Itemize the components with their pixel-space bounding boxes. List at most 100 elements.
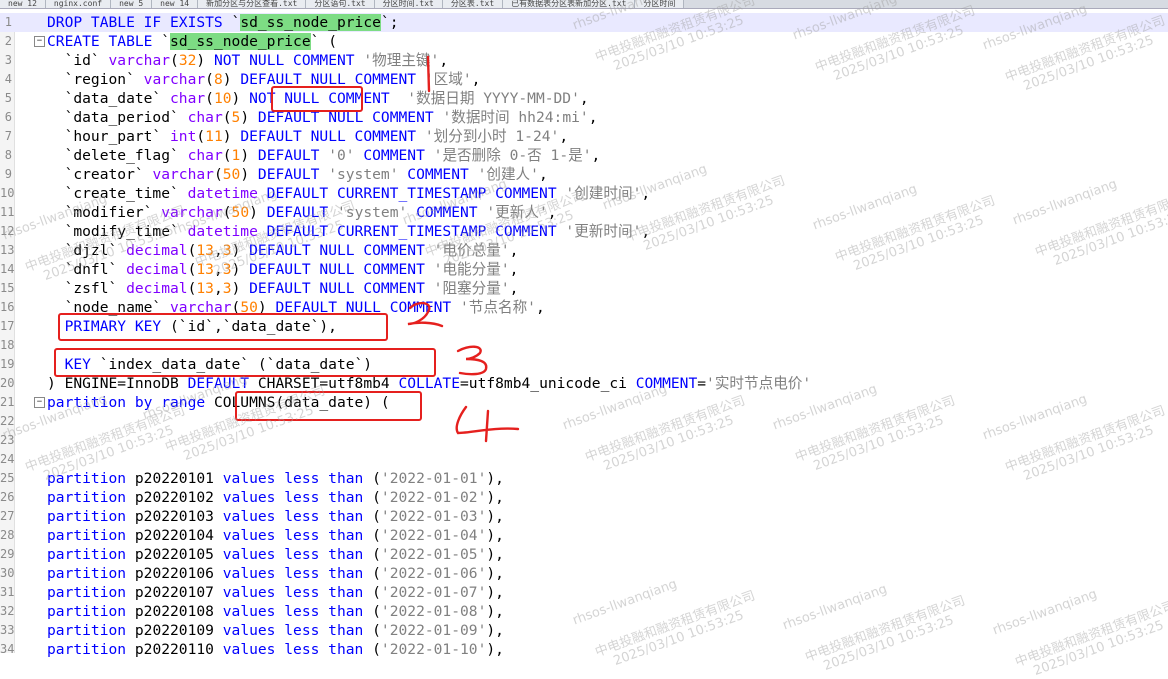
code-line[interactable]: 32 partition p20220108 values less than (… (0, 602, 1168, 621)
code-line[interactable]: 27 partition p20220103 values less than (… (0, 507, 1168, 526)
code-token: ( (372, 470, 381, 487)
code-token: ) (222, 128, 241, 145)
fold-toggle-icon[interactable]: − (34, 36, 45, 47)
code-line[interactable]: 33 partition p20220109 values less than (… (0, 621, 1168, 640)
code-token: , (213, 280, 223, 297)
file-tab[interactable]: new 5 (111, 0, 153, 8)
code-line[interactable]: 8 `delete_flag` char(1) DEFAULT '0' COMM… (0, 146, 1168, 165)
line-number: 6 (4, 110, 12, 124)
code-line[interactable]: 14 `dnfl` decimal(13,3) DEFAULT NULL COM… (0, 260, 1168, 279)
code-token: COMMENT (407, 204, 487, 221)
annotation-mark-1: 1 (422, 55, 431, 93)
code-line[interactable]: 1 DROP TABLE IF EXISTS `sd_ss_node_price`… (0, 13, 1168, 32)
line-number: 11 (0, 205, 15, 219)
code-token: '是否删除 0-否 1-是' (433, 147, 592, 164)
code-token: COLLATE (398, 375, 460, 392)
code-text: `hour_part` int(11) DEFAULT NULL COMMENT… (47, 127, 569, 146)
code-line[interactable]: 25 partition p20220101 values less than (… (0, 469, 1168, 488)
code-token: DEFAULT NULL COMMENT (249, 242, 434, 259)
code-line[interactable]: 30 partition p20220106 values less than (… (0, 564, 1168, 583)
code-token: , (591, 147, 601, 164)
code-token: ( (170, 52, 179, 69)
code-line[interactable]: 9 `creator` varchar(50) DEFAULT 'system'… (0, 165, 1168, 184)
code-token: ), (486, 584, 504, 601)
file-tab[interactable]: new 12 (0, 0, 46, 8)
code-token: ), (486, 489, 504, 506)
code-token: 'system' (337, 204, 408, 221)
code-token: ( (222, 204, 232, 221)
code-token: 3 (222, 280, 232, 297)
code-line[interactable]: 22 (0, 412, 1168, 431)
code-token: '0' (328, 147, 355, 164)
fold-toggle-icon[interactable]: − (34, 397, 45, 408)
code-token: DEFAULT (257, 147, 329, 164)
code-line[interactable]: 5 `data_date` char(10) NOT NULL COMMENT … (0, 89, 1168, 108)
code-line[interactable]: 13 `djzl` decimal(13,3) DEFAULT NULL COM… (0, 241, 1168, 260)
code-token: ), (486, 508, 504, 525)
line-number: 17 (0, 319, 15, 333)
code-token: '数据时间 hh24:mi' (442, 109, 589, 126)
code-token: 50 (231, 204, 250, 221)
code-line[interactable]: 2 − CREATE TABLE `sd_ss_node_price` ( (0, 32, 1168, 51)
svg-text:1: 1 (422, 55, 423, 56)
code-token: ( (372, 565, 381, 582)
file-tab[interactable]: 分区表.txt (442, 0, 504, 8)
code-token: values less than (222, 584, 373, 601)
code-token: ` (161, 33, 171, 50)
code-line[interactable]: 28 partition p20220104 values less than (… (0, 526, 1168, 545)
code-token: , (439, 52, 449, 69)
code-line[interactable]: 24 (0, 450, 1168, 469)
annotation-box-primary-key (58, 313, 388, 341)
code-line[interactable]: 11 `modifier` varchar(50) DEFAULT 'syste… (0, 203, 1168, 222)
code-token: '2022-01-06' (380, 565, 487, 582)
code-line[interactable]: 21− partition by range COLUMNS(data_date)… (0, 393, 1168, 412)
code-token: `djzl` (47, 242, 127, 259)
code-line[interactable]: 3 `id` varchar(32) NOT NULL COMMENT '物理主… (0, 51, 1168, 70)
code-token: NOT NULL COMMENT (213, 52, 364, 69)
code-line[interactable]: 15 `zsfl` decimal(13,3) DEFAULT NULL COM… (0, 279, 1168, 298)
line-number: 34 (0, 642, 15, 656)
code-text: `region` varchar(8) DEFAULT NULL COMMENT… (47, 70, 481, 89)
code-token: partition (47, 546, 135, 563)
code-token: COMMENT (354, 147, 434, 164)
code-token: ) (222, 71, 241, 88)
file-tab[interactable]: new 14 (152, 0, 199, 8)
code-token: ( (372, 622, 381, 639)
code-token: values less than (222, 546, 373, 563)
annotation-box-columns (235, 391, 422, 421)
code-line[interactable]: 7 `hour_part` int(11) DEFAULT NULL COMME… (0, 127, 1168, 146)
code-token: partition (47, 584, 135, 601)
code-token: 32 (178, 52, 197, 69)
code-token: ` ( (310, 33, 337, 50)
code-token: `region` (47, 71, 144, 88)
code-line[interactable]: 23 (0, 431, 1168, 450)
annotation-mark-2: 2 (407, 301, 444, 328)
file-tab[interactable]: 分区语句.txt (306, 0, 375, 8)
code-token: '2022-01-07' (380, 584, 487, 601)
code-line[interactable]: 26 partition p20220102 values less than (… (0, 488, 1168, 507)
code-line[interactable]: 31 partition p20220107 values less than (… (0, 583, 1168, 602)
code-token: CHARSET=utf8mb4 (257, 375, 399, 392)
code-line[interactable]: 10 `create_time` datetime DEFAULT CURREN… (0, 184, 1168, 203)
code-token: char (187, 109, 223, 126)
code-token: p20220104 (134, 527, 223, 544)
line-number: 25 (0, 471, 15, 485)
code-line[interactable]: 29 partition p20220105 values less than (… (0, 545, 1168, 564)
code-token: ), (486, 603, 504, 620)
file-tab[interactable]: 已有数据表分区表新加分区.txt (503, 0, 636, 8)
file-tab[interactable]: 新加分区与分区查看.txt (198, 0, 307, 8)
code-token: DEFAULT NULL COMMENT (240, 128, 425, 145)
line-number: 13 (0, 243, 15, 257)
code-token: partition (47, 489, 135, 506)
code-line[interactable]: 4 `region` varchar(8) DEFAULT NULL COMME… (0, 70, 1168, 89)
file-tab[interactable]: 分区时间.txt (374, 0, 443, 8)
code-line[interactable]: 12 `modify_time` datetime DEFAULT CURREN… (0, 222, 1168, 241)
file-tab[interactable]: nginx.conf (45, 0, 112, 8)
file-tab[interactable]: 分区时间 (635, 0, 685, 8)
code-token: partition (47, 527, 135, 544)
code-line[interactable]: 34 partition p20220110 values less than (… (0, 640, 1168, 659)
code-token: ), (486, 622, 504, 639)
code-line[interactable]: 6 `data_period` char(5) DEFAULT NULL COM… (0, 108, 1168, 127)
code-token: DEFAULT (187, 375, 258, 392)
code-text: partition p20220101 values less than ('2… (47, 469, 504, 488)
